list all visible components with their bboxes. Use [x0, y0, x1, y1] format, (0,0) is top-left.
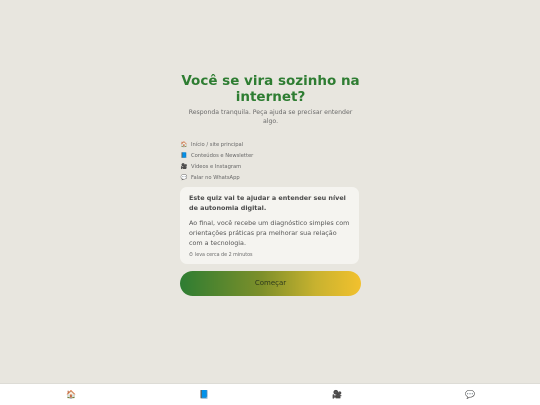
link-videos-label: Vídeos e Instagram [191, 163, 242, 170]
chat-bubble-icon: 💬 [465, 390, 475, 399]
link-content-label: Conteúdos e Newsletter [191, 152, 254, 159]
home-icon: 🏠 [180, 141, 188, 148]
estimated-time-label: leva cerca de 2 minutos [194, 252, 253, 258]
video-camera-icon: 🎥 [332, 390, 342, 399]
start-button[interactable]: Começar [180, 271, 361, 296]
nav-whatsapp[interactable]: 💬 [463, 389, 477, 401]
link-home-label: Início / site principal [191, 141, 244, 148]
page-subtitle: Responda tranquila. Peça ajuda se precis… [188, 109, 353, 125]
card-heading: Este quiz vai te ajudar a entender seu n… [189, 194, 346, 212]
card-body: Ao final, você recebe um diagnóstico sim… [189, 219, 350, 247]
video-camera-icon: 🎥 [180, 163, 188, 170]
link-whatsapp-label: Falar no WhatsApp [191, 174, 240, 181]
nav-videos[interactable]: 🎥 [330, 389, 344, 401]
nav-home[interactable]: 🏠 [64, 389, 78, 401]
clock-icon: ⏱ [189, 252, 193, 258]
estimated-time: ⏱ leva cerca de 2 minutos [189, 252, 350, 258]
quiz-info-card: Este quiz vai te ajudar a entender seu n… [180, 187, 359, 264]
chat-bubble-icon: 💬 [180, 174, 188, 181]
book-icon: 📘 [180, 152, 188, 159]
link-videos[interactable]: 🎥 Vídeos e Instagram [180, 161, 361, 172]
intro-panel: Você se vira sozinho na internet? Respon… [180, 73, 361, 296]
link-whatsapp[interactable]: 💬 Falar no WhatsApp [180, 172, 361, 183]
bottom-nav: 🏠 📘 🎥 💬 [0, 383, 540, 405]
nav-content[interactable]: 📘 [197, 389, 211, 401]
quiz-intro-page: Você se vira sozinho na internet? Respon… [0, 0, 540, 405]
page-title: Você se vira sozinho na internet? [181, 73, 360, 105]
book-icon: 📘 [199, 390, 209, 399]
link-content[interactable]: 📘 Conteúdos e Newsletter [180, 150, 361, 161]
home-icon: 🏠 [66, 390, 76, 399]
link-home[interactable]: 🏠 Início / site principal [180, 139, 361, 150]
quick-links: 🏠 Início / site principal 📘 Conteúdos e … [180, 139, 361, 183]
